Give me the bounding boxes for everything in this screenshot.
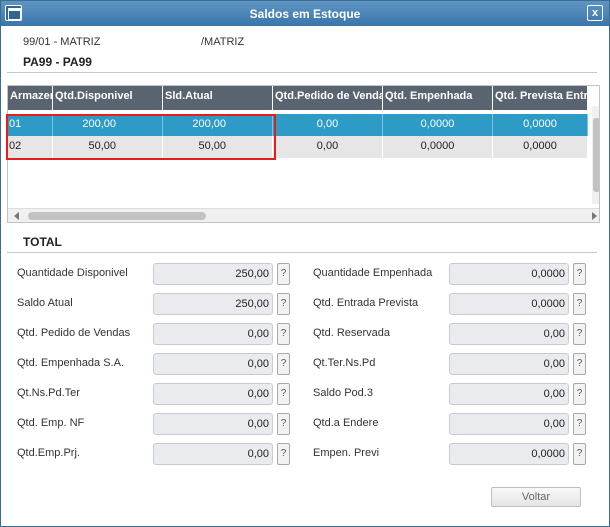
help-button[interactable]: ? xyxy=(573,353,586,375)
label-qt-ns-pd-ter: Qt.Ns.Pd.Ter xyxy=(17,387,80,399)
help-button[interactable]: ? xyxy=(277,323,290,345)
help-button[interactable]: ? xyxy=(573,323,586,345)
cell-armazem: 02 xyxy=(8,136,53,158)
help-button[interactable]: ? xyxy=(573,263,586,285)
qt-ter-ns-pd-field: 0,00 xyxy=(449,353,569,375)
qtd-empenhada-sa-field: 0,00 xyxy=(153,353,273,375)
help-button[interactable]: ? xyxy=(573,383,586,405)
label-empen-previ: Empen. Previ xyxy=(313,447,380,459)
qtd-reservada-field: 0,00 xyxy=(449,323,569,345)
close-button[interactable]: x xyxy=(587,5,603,21)
divider xyxy=(7,252,597,253)
scroll-left-icon[interactable] xyxy=(14,212,19,220)
cell-qtd-pedido-vendas: 0,00 xyxy=(273,136,383,158)
label-quantidade-disponivel: Quantidade Disponivel xyxy=(17,267,128,279)
scroll-right-icon[interactable] xyxy=(592,212,597,220)
label-qtd-entrada-prevista: Qtd. Entrada Prevista xyxy=(313,297,419,309)
help-button[interactable]: ? xyxy=(573,443,586,465)
product-code: PA99 - PA99 xyxy=(23,55,92,69)
label-qtd-pedido-vendas: Qtd. Pedido de Vendas xyxy=(17,327,131,339)
table-row[interactable]: 02 50,00 50,00 0,00 0,0000 0,0000 xyxy=(8,136,588,158)
cell-sld-atual: 200,00 xyxy=(163,114,273,136)
help-button[interactable]: ? xyxy=(277,413,290,435)
qt-ns-pd-ter-field: 0,00 xyxy=(153,383,273,405)
horizontal-scroll-thumb[interactable] xyxy=(28,212,206,220)
help-button[interactable]: ? xyxy=(573,413,586,435)
col-qtd-prevista-entrada[interactable]: Qtd. Prevista Entrada xyxy=(493,86,588,110)
label-qtd-reservada: Qtd. Reservada xyxy=(313,327,391,339)
cell-qtd-prevista-entrada: 0,0000 xyxy=(493,136,588,158)
label-qtd-a-endere: Qtd.a Endere xyxy=(313,417,379,429)
col-qtd-empenhada[interactable]: Qtd. Empenhada xyxy=(383,86,493,110)
stock-balance-window: Saldos em Estoque x 99/01 - MATRIZ /MATR… xyxy=(0,0,610,527)
label-qtd-emp-prj: Qtd.Emp.Prj. xyxy=(17,447,80,459)
cell-qtd-disponivel: 50,00 xyxy=(53,136,163,158)
qtd-pedido-vendas-field: 0,00 xyxy=(153,323,273,345)
help-button[interactable]: ? xyxy=(277,443,290,465)
cell-sld-atual: 50,00 xyxy=(163,136,273,158)
saldo-pod3-field: 0,00 xyxy=(449,383,569,405)
qtd-entrada-prevista-field: 0,0000 xyxy=(449,293,569,315)
vertical-scroll-thumb[interactable] xyxy=(593,118,599,192)
col-armazem[interactable]: Armazem xyxy=(8,86,53,110)
cell-qtd-empenhada: 0,0000 xyxy=(383,114,493,136)
cell-qtd-pedido-vendas: 0,00 xyxy=(273,114,383,136)
cell-qtd-disponivel: 200,00 xyxy=(53,114,163,136)
help-button[interactable]: ? xyxy=(277,263,290,285)
qtd-emp-prj-field: 0,00 xyxy=(153,443,273,465)
saldo-atual-field: 250,00 xyxy=(153,293,273,315)
quantidade-empenhada-field: 0,0000 xyxy=(449,263,569,285)
help-button[interactable]: ? xyxy=(277,383,290,405)
qtd-a-endere-field: 0,00 xyxy=(449,413,569,435)
label-qtd-emp-nf: Qtd. Emp. NF xyxy=(17,417,85,429)
window-icon xyxy=(5,5,22,21)
col-qtd-pedido-vendas[interactable]: Qtd.Pedido de Vendas xyxy=(273,86,383,110)
help-button[interactable]: ? xyxy=(277,293,290,315)
empen-previ-field: 0,0000 xyxy=(449,443,569,465)
help-button[interactable]: ? xyxy=(573,293,586,315)
divider xyxy=(7,72,597,73)
label-quantidade-empenhada: Quantidade Empenhada xyxy=(313,267,433,279)
qtd-emp-nf-field: 0,00 xyxy=(153,413,273,435)
total-section-title: TOTAL xyxy=(23,235,62,249)
stock-grid[interactable]: Armazem Qtd.Disponivel Sld.Atual Qtd.Ped… xyxy=(7,85,600,223)
voltar-button[interactable]: Voltar xyxy=(491,487,581,507)
label-saldo-atual: Saldo Atual xyxy=(17,297,73,309)
cell-armazem: 01 xyxy=(8,114,53,136)
window-title: Saldos em Estoque xyxy=(249,6,361,21)
horizontal-scrollbar[interactable] xyxy=(8,208,599,222)
vertical-scrollbar[interactable] xyxy=(592,106,599,204)
col-qtd-disponivel[interactable]: Qtd.Disponivel xyxy=(53,86,163,110)
company-label: /MATRIZ xyxy=(201,36,245,48)
table-row[interactable]: 01 200,00 200,00 0,00 0,0000 0,0000 xyxy=(8,114,588,136)
label-saldo-pod3: Saldo Pod.3 xyxy=(313,387,373,399)
grid-header: Armazem Qtd.Disponivel Sld.Atual Qtd.Ped… xyxy=(8,86,588,110)
cell-qtd-prevista-entrada: 0,0000 xyxy=(493,114,588,136)
quantidade-disponivel-field: 250,00 xyxy=(153,263,273,285)
label-qt-ter-ns-pd: Qt.Ter.Ns.Pd xyxy=(313,357,376,369)
help-button[interactable]: ? xyxy=(277,353,290,375)
title-bar: Saldos em Estoque x xyxy=(1,1,609,26)
cell-qtd-empenhada: 0,0000 xyxy=(383,136,493,158)
label-qtd-empenhada-sa: Qtd. Empenhada S.A. xyxy=(17,357,125,369)
branch-label: 99/01 - MATRIZ xyxy=(23,36,101,48)
col-sld-atual[interactable]: Sld.Atual xyxy=(163,86,273,110)
